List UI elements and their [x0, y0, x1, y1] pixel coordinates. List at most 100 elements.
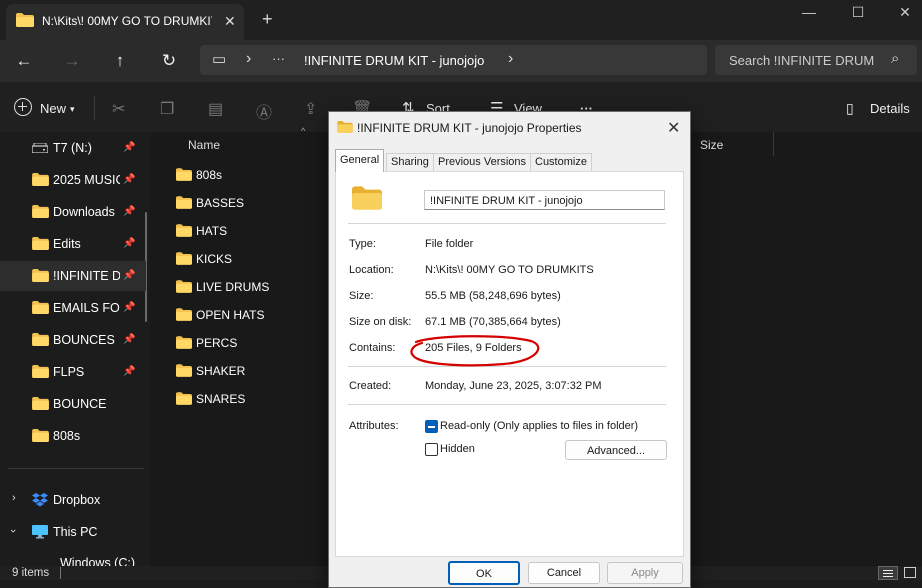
copy-icon[interactable]: ❐ [160, 99, 174, 119]
dialog-close-icon[interactable]: ✕ [667, 118, 680, 138]
sidebar-item-emails[interactable]: EMAILS FOR 📌 [0, 294, 146, 322]
folder-icon [337, 121, 353, 133]
cancel-button[interactable]: Cancel [528, 562, 600, 584]
sidebar-item-this-pc[interactable]: › This PC [0, 518, 146, 546]
breadcrumb-current[interactable]: !INFINITE DRUM KIT - junojojo [304, 53, 484, 68]
close-window-button[interactable]: ✕ [895, 4, 915, 21]
file-name: LIVE DRUMS [196, 280, 270, 294]
list-item[interactable]: OPEN HATS [170, 303, 330, 327]
folder-icon [32, 397, 49, 410]
list-item[interactable]: BASSES [170, 191, 330, 215]
folder-icon [32, 333, 49, 346]
up-button[interactable]: ↑ [108, 49, 132, 73]
sidebar-item-808s[interactable]: 808s [0, 422, 146, 450]
list-item[interactable]: SHAKER [170, 359, 330, 383]
search-icon: ⌕ [891, 50, 900, 67]
pin-icon: 📌 [123, 206, 136, 217]
new-dropdown-icon: ▾ [70, 104, 75, 114]
rename-icon[interactable]: Ⓐ [256, 99, 272, 123]
pin-icon: 📌 [123, 270, 136, 281]
collapse-chevron-icon[interactable]: › [7, 529, 19, 533]
column-header-name[interactable]: Name [188, 138, 220, 152]
type-value: File folder [425, 238, 474, 250]
folder-icon [176, 196, 192, 209]
separator [348, 404, 666, 405]
expand-chevron-icon[interactable]: › [12, 492, 16, 504]
breadcrumb-chevron-icon[interactable]: › [246, 50, 251, 68]
contains-label: Contains: [349, 342, 396, 354]
folder-name-input[interactable]: !INFINITE DRUM KIT - junojojo [424, 190, 665, 210]
breadcrumb-ellipsis[interactable]: ··· [272, 51, 285, 66]
tab-current-folder[interactable]: N:\Kits\! 00MY GO TO DRUMKITS ✕ [6, 4, 244, 40]
apply-button[interactable]: Apply [607, 562, 683, 584]
sidebar-item-bounces[interactable]: BOUNCES 📌 [0, 326, 146, 354]
sidebar-item-edits[interactable]: Edits 📌 [0, 230, 146, 258]
tab-customize[interactable]: Customize [530, 153, 592, 171]
breadcrumb-next-chevron-icon[interactable]: › [508, 50, 513, 68]
tab-title: N:\Kits\! 00MY GO TO DRUMKITS [42, 14, 212, 28]
sidebar-item-bounce[interactable]: BOUNCE [0, 390, 146, 418]
folder-icon [176, 336, 192, 349]
tab-previous-versions[interactable]: Previous Versions [433, 153, 532, 171]
list-item[interactable]: LIVE DRUMS [170, 275, 330, 299]
new-button[interactable]: New [40, 101, 66, 116]
sidebar-item-infinite-drum[interactable]: !INFINITE DR 📌 [0, 261, 146, 291]
search-input[interactable]: Search !INFINITE DRUM [729, 53, 874, 68]
list-item[interactable]: HATS [170, 219, 330, 243]
folder-icon [32, 269, 49, 282]
column-header-size[interactable]: Size [700, 138, 723, 152]
sidebar-item-label: Windows (C:) [60, 556, 136, 566]
sidebar-item-label: Dropbox [53, 493, 101, 507]
list-item[interactable]: 808s [170, 163, 330, 187]
file-name: OPEN HATS [196, 308, 265, 322]
details-button[interactable]: Details [870, 101, 910, 116]
sidebar-item-dropbox[interactable]: › Dropbox [0, 486, 146, 514]
minimize-button[interactable]: — [799, 4, 819, 20]
paste-icon[interactable]: ▤ [208, 99, 223, 119]
cut-icon[interactable]: ✂ [112, 99, 125, 119]
sidebar-item-windows-c[interactable]: Windows (C:) [0, 552, 146, 566]
sidebar-item-t7[interactable]: T7 (N:) 📌 [0, 134, 146, 162]
share-icon[interactable]: ⇪ [304, 99, 317, 119]
tab-sharing[interactable]: Sharing [386, 153, 434, 171]
red-circle-annotation [410, 335, 540, 367]
sidebar-item-2025-music[interactable]: 2025 MUSIC 📌 [0, 166, 146, 194]
forward-button[interactable]: → [60, 49, 84, 73]
list-item[interactable]: KICKS [170, 247, 330, 271]
tab-general[interactable]: General [335, 149, 385, 172]
list-item[interactable]: SNARES [170, 387, 330, 411]
maximize-button[interactable]: ☐ [848, 4, 868, 21]
status-divider [60, 567, 61, 579]
size-on-disk-label: Size on disk: [349, 316, 412, 328]
pin-icon: 📌 [123, 174, 136, 185]
sidebar-divider [8, 468, 144, 469]
ok-button[interactable]: OK [448, 561, 520, 585]
list-item[interactable]: PERCS [170, 331, 330, 355]
folder-icon [32, 173, 49, 186]
new-tab-button[interactable]: + [262, 9, 273, 30]
folder-icon [176, 364, 192, 377]
address-bar[interactable]: ▭ › ··· !INFINITE DRUM KIT - junojojo › [200, 45, 707, 75]
sidebar-item-flps[interactable]: FLPS 📌 [0, 358, 146, 386]
pin-icon: 📌 [123, 334, 136, 345]
folder-icon [32, 429, 49, 442]
folder-icon [176, 252, 192, 265]
readonly-checkbox[interactable] [425, 420, 438, 433]
large-icons-view-button[interactable] [904, 567, 916, 578]
back-button[interactable]: ← [12, 49, 36, 73]
sidebar-item-label: 808s [53, 429, 81, 443]
tab-close-icon[interactable]: ✕ [224, 13, 236, 30]
file-name: KICKS [196, 252, 233, 266]
refresh-button[interactable]: ↻ [157, 49, 181, 73]
hidden-checkbox[interactable] [425, 443, 438, 456]
size-label: Size: [349, 290, 374, 302]
attributes-label: Attributes: [349, 420, 399, 432]
advanced-button[interactable]: Advanced... [565, 440, 667, 460]
details-view-button[interactable] [878, 566, 898, 580]
location-label: Location: [349, 264, 394, 276]
folder-icon [176, 224, 192, 237]
dialog-title: !INFINITE DRUM KIT - junojojo Properties [357, 121, 582, 135]
new-icon [14, 98, 32, 116]
sidebar-item-downloads[interactable]: Downloads 📌 [0, 198, 146, 226]
search-box[interactable]: Search !INFINITE DRUM ⌕ [715, 45, 917, 75]
